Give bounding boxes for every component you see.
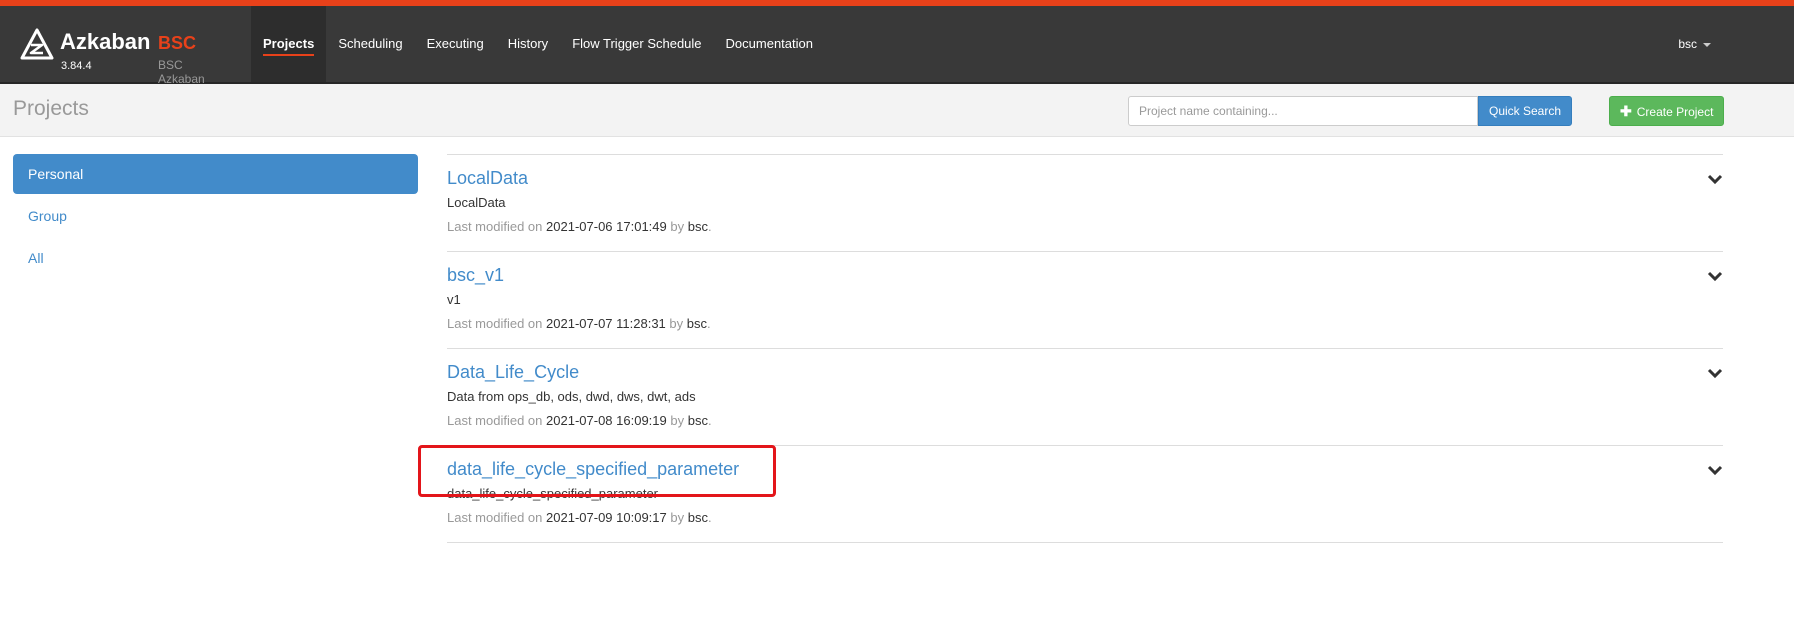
- nav-scheduling[interactable]: Scheduling: [326, 6, 414, 82]
- nav-documentation-label: Documentation: [725, 36, 813, 51]
- azkaban-logo-icon: [20, 28, 54, 60]
- project-title-link[interactable]: LocalData: [447, 168, 528, 189]
- nav-flow-trigger-schedule[interactable]: Flow Trigger Schedule: [560, 6, 713, 82]
- main-nav: Projects Scheduling Executing History Fl…: [251, 6, 825, 82]
- create-project-label: Create Project: [1636, 105, 1714, 119]
- brand-env-subtitle: BSC Azkaban: [158, 58, 205, 86]
- caret-down-icon: [1703, 42, 1711, 47]
- user-menu[interactable]: bsc: [1678, 6, 1711, 82]
- nav-scheduling-label: Scheduling: [338, 36, 403, 51]
- sidebar-item-all[interactable]: All: [13, 238, 418, 278]
- modified-user: bsc: [687, 219, 708, 234]
- project-item: bsc_v1 v1 Last modified on 2021-07-07 11…: [447, 252, 1723, 349]
- chevron-down-icon[interactable]: [1707, 173, 1723, 185]
- modified-user: bsc: [686, 316, 707, 331]
- brand-version: 3.84.4: [61, 60, 92, 72]
- chevron-down-icon[interactable]: [1707, 464, 1723, 476]
- modified-by: by: [670, 219, 685, 234]
- user-name: bsc: [1678, 37, 1697, 51]
- navbar: Azkaban 3.84.4 BSC BSC Azkaban Projects …: [0, 6, 1794, 86]
- nav-history-label: History: [507, 36, 549, 51]
- modified-user: bsc: [687, 413, 708, 428]
- nav-executing[interactable]: Executing: [415, 6, 496, 82]
- modified-time: 2021-07-08 16:09:19: [546, 413, 667, 428]
- modified-dot: .: [707, 219, 712, 234]
- project-title-link[interactable]: data_life_cycle_specified_parameter: [447, 459, 739, 480]
- nav-flow-trigger-schedule-label: Flow Trigger Schedule: [572, 36, 702, 51]
- project-title-link[interactable]: bsc_v1: [447, 265, 504, 286]
- nav-history[interactable]: History: [496, 6, 560, 82]
- project-description: data_life_cycle_specified_parameter: [447, 486, 659, 501]
- nav-projects[interactable]: Projects: [251, 6, 327, 82]
- sidebar-item-group[interactable]: Group: [13, 196, 418, 236]
- modified-prefix: Last modified on: [447, 413, 543, 428]
- modified-prefix: Last modified on: [447, 219, 543, 234]
- page-header: Projects Quick Search ✚ Create Project: [0, 84, 1794, 137]
- sidebar-item-personal[interactable]: Personal: [13, 154, 418, 194]
- search-form: Quick Search: [1128, 96, 1573, 126]
- nav-documentation[interactable]: Documentation: [714, 6, 825, 82]
- project-item: LocalData LocalData Last modified on 202…: [447, 155, 1723, 252]
- modified-dot: .: [707, 510, 712, 525]
- modified-dot: .: [707, 413, 712, 428]
- modified-time: 2021-07-06 17:01:49: [546, 219, 667, 234]
- plus-icon: ✚: [1620, 103, 1632, 119]
- project-description: LocalData: [447, 195, 506, 210]
- project-list: LocalData LocalData Last modified on 202…: [447, 154, 1723, 543]
- sidebar: Personal Group All: [13, 154, 418, 280]
- brand-name: Azkaban: [60, 29, 151, 54]
- project-last-modified: Last modified on 2021-07-06 17:01:49 by …: [447, 219, 712, 234]
- project-item: Data_Life_Cycle Data from ops_db, ods, d…: [447, 349, 1723, 446]
- page-title: Projects: [13, 97, 89, 120]
- project-title-link[interactable]: Data_Life_Cycle: [447, 362, 579, 383]
- modified-dot: .: [707, 316, 711, 331]
- brand-env: BSC: [158, 33, 197, 53]
- modified-by: by: [670, 510, 685, 525]
- modified-by: by: [670, 413, 685, 428]
- project-description: v1: [447, 292, 461, 307]
- nav-executing-label: Executing: [426, 36, 484, 51]
- nav-projects-label: Projects: [263, 36, 315, 56]
- quick-search-button[interactable]: Quick Search: [1478, 96, 1573, 126]
- modified-time: 2021-07-09 10:09:17: [546, 510, 667, 525]
- chevron-down-icon[interactable]: [1707, 270, 1723, 282]
- project-item: data_life_cycle_specified_parameter data…: [447, 446, 1723, 543]
- chevron-down-icon[interactable]: [1707, 367, 1723, 379]
- modified-prefix: Last modified on: [447, 316, 543, 331]
- search-input[interactable]: [1128, 96, 1478, 126]
- modified-prefix: Last modified on: [447, 510, 543, 525]
- modified-user: bsc: [687, 510, 708, 525]
- project-last-modified: Last modified on 2021-07-08 16:09:19 by …: [447, 413, 712, 428]
- project-last-modified: Last modified on 2021-07-07 11:28:31 by …: [447, 316, 711, 331]
- project-description: Data from ops_db, ods, dwd, dws, dwt, ad…: [447, 389, 696, 404]
- modified-time: 2021-07-07 11:28:31: [546, 316, 666, 331]
- modified-by: by: [669, 316, 684, 331]
- project-last-modified: Last modified on 2021-07-09 10:09:17 by …: [447, 510, 712, 525]
- brand[interactable]: Azkaban 3.84.4 BSC BSC Azkaban: [20, 22, 230, 86]
- create-project-button[interactable]: ✚ Create Project: [1609, 96, 1725, 126]
